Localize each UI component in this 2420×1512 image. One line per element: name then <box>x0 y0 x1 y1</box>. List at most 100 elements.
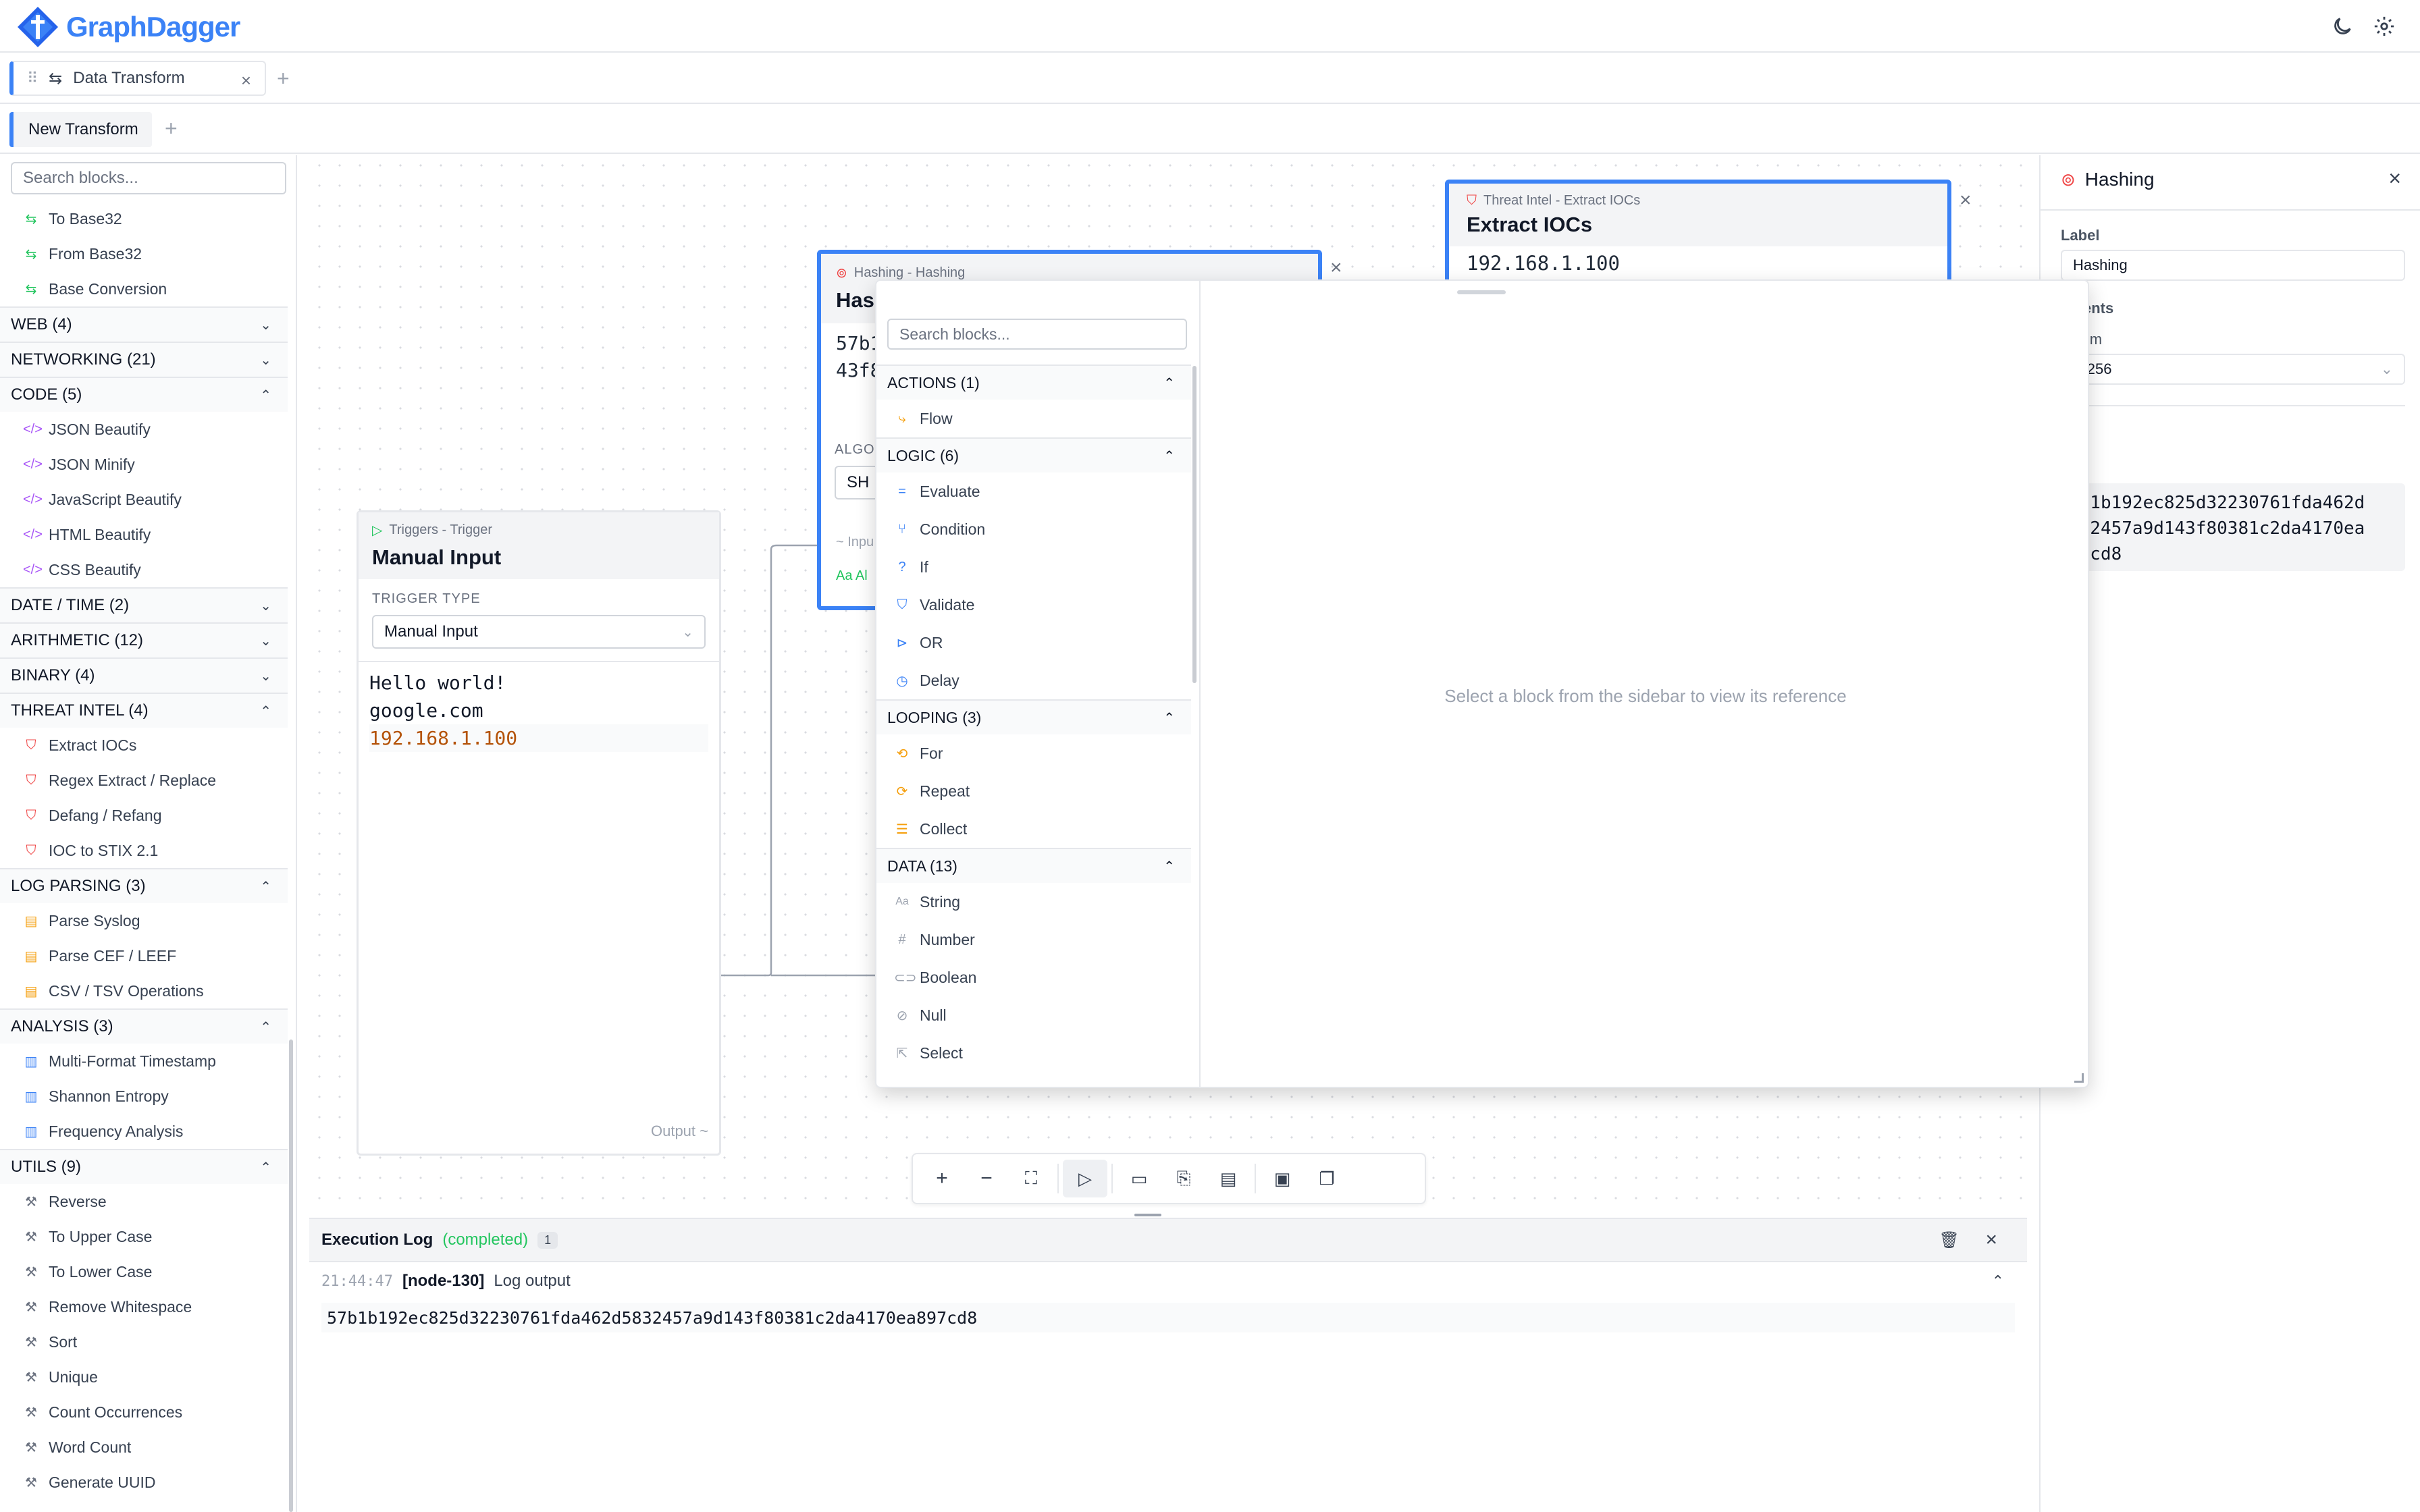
list-item[interactable]: </> JSON Beautify <box>0 412 288 447</box>
copy-button[interactable]: ❐ <box>1305 1160 1349 1197</box>
list-item[interactable]: </> CSS Beautify <box>0 552 288 587</box>
manual-input-node[interactable]: ▷ Triggers - Trigger Manual Input TRIGGER… <box>357 510 721 1156</box>
trash-icon[interactable]: 🗑 <box>1939 1231 1959 1250</box>
node-header[interactable]: ▷ Triggers - Trigger Manual Input <box>359 512 719 579</box>
collect-icon: ☰ <box>896 821 908 837</box>
category-threat-intel[interactable]: THREAT INTEL (4) ⌃ <box>0 693 288 728</box>
list-item[interactable]: Aa String <box>876 883 1191 921</box>
list-item[interactable]: ⛉ Regex Extract / Replace <box>0 763 288 798</box>
zoom-out-button[interactable]: − <box>964 1160 1009 1197</box>
node-header[interactable]: ⛉ Threat Intel - Extract IOCs Extract IOC… <box>1449 184 1947 246</box>
list-item[interactable]: ▥ Shannon Entropy <box>0 1079 288 1114</box>
list-item[interactable]: ⚒ Sort <box>0 1324 288 1359</box>
close-icon[interactable]: × <box>1959 189 1972 212</box>
settings-button[interactable] <box>2373 15 2396 38</box>
category-web[interactable]: WEB (4) ⌄ <box>0 306 288 342</box>
list-item[interactable]: ⚒ Word Count <box>0 1430 288 1465</box>
list-item[interactable]: ⑂ Condition <box>876 510 1191 548</box>
chevron-down-icon: ⌄ <box>260 352 271 368</box>
list-item[interactable]: </> JSON Minify <box>0 447 288 482</box>
list-item[interactable]: ▤ Parse CEF / LEEF <box>0 938 288 973</box>
category-actions[interactable]: ACTIONS (1) ⌃ <box>876 364 1191 400</box>
category-log-parsing[interactable]: LOG PARSING (3) ⌃ <box>0 868 288 903</box>
chevron-down-icon: ⌄ <box>260 317 271 333</box>
list-item[interactable]: ⟳ Repeat <box>876 772 1191 810</box>
list-item[interactable]: ⇆ Base Conversion <box>0 271 288 306</box>
category-looping[interactable]: LOOPING (3) ⌃ <box>876 699 1191 734</box>
list-item[interactable]: ⚒ To Upper Case <box>0 1219 288 1254</box>
tab-data-transform[interactable]: ⠿ ⇆ Data Transform × <box>9 61 266 96</box>
list-item[interactable]: ⛉ IOC to STIX 2.1 <box>0 833 288 868</box>
list-item[interactable]: ▤ CSV / TSV Operations <box>0 973 288 1008</box>
algorithm-select[interactable]: IA256 ⌄ <box>2061 354 2405 385</box>
list-item[interactable]: ⇆ From Base32 <box>0 236 288 271</box>
zoom-in-button[interactable]: + <box>920 1160 964 1197</box>
field-label: TRIGGER TYPE <box>372 591 481 606</box>
add-tab-button[interactable]: + <box>277 66 290 91</box>
list-item[interactable]: ⇆ To Base32 <box>0 201 288 236</box>
list-item[interactable]: ⚒ To Lower Case <box>0 1254 288 1289</box>
list-item[interactable]: ⊂⊃ Boolean <box>876 959 1191 996</box>
category-arithmetic[interactable]: ARITHMETIC (12) ⌄ <box>0 622 288 657</box>
category-logic[interactable]: LOGIC (6) ⌃ <box>876 437 1191 473</box>
list-item[interactable]: ▤ Parse Syslog <box>0 903 288 938</box>
list-item[interactable]: </> JavaScript Beautify <box>0 482 288 517</box>
save-button[interactable]: ▣ <box>1260 1160 1305 1197</box>
list-item[interactable]: ⛉ Extract IOCs <box>0 728 288 763</box>
list-item[interactable]: ⟲ For <box>876 734 1191 772</box>
list-item[interactable]: = Evaluate <box>876 473 1191 510</box>
list-item[interactable]: ◷ Delay <box>876 662 1191 699</box>
close-icon[interactable]: × <box>241 70 251 91</box>
list-item[interactable]: ⚒ Unique <box>0 1359 288 1395</box>
category-code[interactable]: CODE (5) ⌃ <box>0 377 288 412</box>
category-analysis[interactable]: ANALYSIS (3) ⌃ <box>0 1008 288 1044</box>
category-data[interactable]: DATA (13) ⌃ <box>876 848 1191 883</box>
list-item[interactable]: </> HTML Beautify <box>0 517 288 552</box>
theme-toggle-button[interactable] <box>2331 15 2354 38</box>
list-item[interactable]: ⤷ Flow <box>876 400 1191 437</box>
run-button[interactable]: ▷ <box>1063 1160 1107 1197</box>
notes-button[interactable]: ▤ <box>1206 1160 1251 1197</box>
chevron-up-icon[interactable]: ⌃ <box>1992 1272 2004 1290</box>
search-input[interactable]: Search blocks... <box>887 319 1187 350</box>
popup-scrollbar[interactable] <box>1192 366 1196 683</box>
category-networking[interactable]: NETWORKING (21) ⌄ <box>0 342 288 377</box>
list-item[interactable]: ▥ Multi-Format Timestamp <box>0 1044 288 1079</box>
tab-new-transform[interactable]: New Transform <box>9 112 152 147</box>
input-textarea[interactable]: Hello world! google.com 192.168.1.100 <box>359 661 719 759</box>
drag-handle-icon[interactable]: ⠿ <box>27 70 38 87</box>
popup-drag-handle[interactable] <box>1457 290 1506 294</box>
list-item[interactable]: # Number <box>876 921 1191 959</box>
category-binary[interactable]: BINARY (4) ⌄ <box>0 657 288 693</box>
list-item[interactable]: ☰ Collect <box>876 810 1191 848</box>
label-input[interactable]: Hashing <box>2061 250 2405 281</box>
list-item[interactable]: ⚒ Reverse <box>0 1184 288 1219</box>
close-icon[interactable]: × <box>1985 1228 1997 1251</box>
list-item[interactable]: ⇱ Select <box>876 1034 1191 1072</box>
fit-view-button[interactable]: ⛶ <box>1009 1160 1053 1197</box>
frame-button[interactable]: ▭ <box>1117 1160 1161 1197</box>
app-logo[interactable]: GraphDagger <box>16 5 240 49</box>
search-input[interactable]: Search blocks... <box>11 162 286 194</box>
list-item[interactable]: ⊳ OR <box>876 624 1191 662</box>
export-button[interactable]: ⎘ <box>1161 1160 1206 1197</box>
resize-handle-icon[interactable] <box>2074 1073 2084 1083</box>
close-icon[interactable]: × <box>2388 166 2401 191</box>
sidebar-scrollbar[interactable] <box>289 1040 293 1512</box>
trigger-type-select[interactable]: Manual Input ⌄ <box>372 615 706 649</box>
list-item[interactable]: ? If <box>876 548 1191 586</box>
list-item[interactable]: ⚒ Count Occurrences <box>0 1395 288 1430</box>
list-item[interactable]: ⛉ Defang / Refang <box>0 798 288 833</box>
category-utils[interactable]: UTILS (9) ⌃ <box>0 1149 288 1184</box>
close-icon[interactable]: × <box>1330 256 1342 279</box>
list-item[interactable]: ⛉ Validate <box>876 586 1191 624</box>
list-item[interactable]: ⚒ Remove Whitespace <box>0 1289 288 1324</box>
log-entry[interactable]: 21:44:47 [node-130] Log output ⌃ <box>309 1262 2027 1300</box>
add-transform-button[interactable]: + <box>165 116 178 141</box>
list-item[interactable]: ⚒ Generate UUID <box>0 1465 288 1500</box>
log-message: Log output <box>494 1272 571 1290</box>
list-item[interactable]: ⊘ Null <box>876 996 1191 1034</box>
category-date-time[interactable]: DATE / TIME (2) ⌄ <box>0 587 288 622</box>
log-resize-handle[interactable] <box>1134 1214 1161 1216</box>
list-item[interactable]: ▥ Frequency Analysis <box>0 1114 288 1149</box>
